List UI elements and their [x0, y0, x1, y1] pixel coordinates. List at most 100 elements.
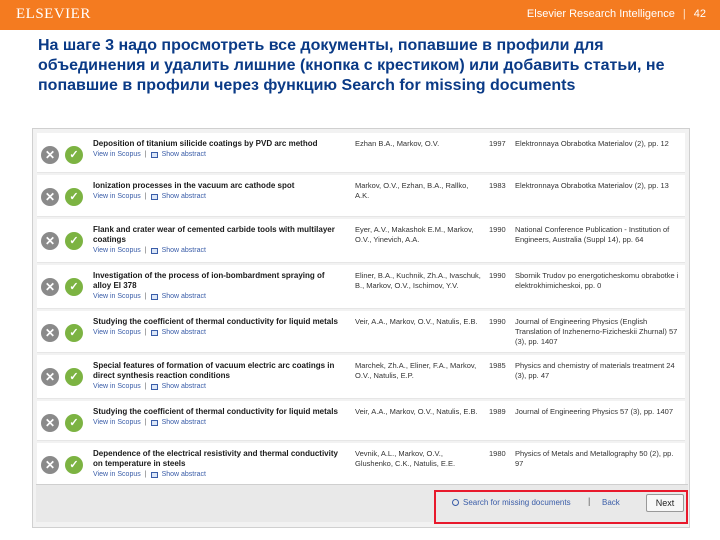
authors: Veir, A.A., Markov, O.V., Natulis, E.B.	[355, 317, 478, 326]
table-row: ✕ ✓ Studying the coefficient of thermal …	[37, 401, 685, 441]
abstract-icon	[150, 151, 158, 158]
authors: Eliner, B.A., Kuchnik, Zh.A., Ivaschuk, …	[355, 271, 481, 290]
show-abstract-link[interactable]: Show abstract	[162, 193, 206, 200]
table-row: ✕ ✓ Dependence of the electrical resisti…	[37, 443, 685, 485]
view-in-scopus-link[interactable]: View in Scopus	[93, 193, 141, 200]
doc-title: Studying the coefficient of thermal cond…	[93, 407, 338, 416]
search-missing-link[interactable]: Search for missing documents	[452, 498, 571, 507]
show-abstract-link[interactable]: Show abstract	[162, 471, 206, 478]
check-icon[interactable]: ✓	[65, 278, 83, 296]
link-separator: |	[144, 419, 147, 426]
link-separator: |	[144, 383, 147, 390]
doc-links: View in Scopus | Show abstract	[93, 193, 343, 200]
doc-cell: Dependence of the electrical resistivity…	[93, 449, 343, 478]
check-icon[interactable]: ✓	[65, 146, 83, 164]
view-in-scopus-link[interactable]: View in Scopus	[93, 419, 141, 426]
abstract-icon	[150, 247, 158, 254]
show-abstract-link[interactable]: Show abstract	[162, 419, 206, 426]
check-icon[interactable]: ✓	[65, 188, 83, 206]
link-separator: |	[144, 471, 147, 478]
abstract-icon	[150, 419, 158, 426]
source: Journal of Engineering Physics 57 (3), p…	[515, 407, 674, 416]
source: National Conference Publication - Instit…	[515, 225, 670, 244]
table-row: ✕ ✓ Ionization processes in the vacuum a…	[37, 175, 685, 217]
view-in-scopus-link[interactable]: View in Scopus	[93, 293, 141, 300]
doc-cell: Special features of formation of vacuum …	[93, 361, 343, 390]
doc-cell: Studying the coefficient of thermal cond…	[93, 317, 343, 336]
remove-icon[interactable]: ✕	[41, 324, 59, 342]
remove-icon[interactable]: ✕	[41, 188, 59, 206]
source: Elektronnaya Obrabotka Materialov (2), p…	[515, 139, 669, 148]
top-bar: ELSEVIER Elsevier Research Intelligence …	[0, 0, 720, 30]
view-in-scopus-link[interactable]: View in Scopus	[93, 247, 141, 254]
footer-separator: |	[588, 496, 591, 506]
link-separator: |	[144, 293, 147, 300]
doc-links: View in Scopus | Show abstract	[93, 329, 343, 336]
show-abstract-link[interactable]: Show abstract	[162, 383, 206, 390]
show-abstract-link[interactable]: Show abstract	[162, 293, 206, 300]
remove-icon[interactable]: ✕	[41, 278, 59, 296]
year: 1997	[489, 139, 506, 148]
authors: Ezhan B.A., Markov, O.V.	[355, 139, 440, 148]
remove-icon[interactable]: ✕	[41, 368, 59, 386]
remove-icon[interactable]: ✕	[41, 456, 59, 474]
check-icon[interactable]: ✓	[65, 414, 83, 432]
authors: Markov, O.V., Ezhan, B.A., Rallko, A.K.	[355, 181, 469, 200]
show-abstract-link[interactable]: Show abstract	[162, 329, 206, 336]
link-separator: |	[144, 151, 147, 158]
authors: Marchek, Zh.A., Eliner, F.A., Markov, O.…	[355, 361, 477, 380]
abstract-icon	[150, 329, 158, 336]
view-in-scopus-link[interactable]: View in Scopus	[93, 383, 141, 390]
year: 1990	[489, 271, 506, 280]
authors: Veir, A.A., Markov, O.V., Natulis, E.B.	[355, 407, 478, 416]
year: 1983	[489, 181, 506, 190]
magnifier-icon	[452, 499, 459, 506]
link-separator: |	[144, 193, 147, 200]
abstract-icon	[150, 471, 158, 478]
check-icon[interactable]: ✓	[65, 324, 83, 342]
view-in-scopus-link[interactable]: View in Scopus	[93, 329, 141, 336]
year: 1989	[489, 407, 506, 416]
source: Journal of Engineering Physics (English …	[515, 317, 678, 346]
next-button[interactable]: Next	[646, 494, 684, 512]
page-number: 42	[693, 8, 706, 20]
doc-cell: Studying the coefficient of thermal cond…	[93, 407, 343, 426]
table-row: ✕ ✓ Investigation of the process of ion-…	[37, 265, 685, 309]
doc-title: Special features of formation of vacuum …	[93, 361, 335, 380]
doc-links: View in Scopus | Show abstract	[93, 383, 343, 390]
view-in-scopus-link[interactable]: View in Scopus	[93, 151, 141, 158]
table-row: ✕ ✓ Studying the coefficient of thermal …	[37, 311, 685, 353]
check-icon[interactable]: ✓	[65, 456, 83, 474]
doc-cell: Deposition of titanium silicide coatings…	[93, 139, 343, 158]
doc-title: Studying the coefficient of thermal cond…	[93, 317, 338, 326]
source: Physics and chemistry of materials treat…	[515, 361, 675, 380]
search-missing-label: Search for missing documents	[463, 498, 571, 507]
doc-title: Deposition of titanium silicide coatings…	[93, 139, 318, 148]
check-icon[interactable]: ✓	[65, 232, 83, 250]
product-name: Elsevier Research Intelligence	[526, 8, 675, 20]
view-in-scopus-link[interactable]: View in Scopus	[93, 471, 141, 478]
link-separator: |	[144, 329, 147, 336]
doc-links: View in Scopus | Show abstract	[93, 471, 343, 478]
remove-icon[interactable]: ✕	[41, 146, 59, 164]
authors: Eyer, A.V., Makashok E.M., Markov, O.V.,…	[355, 225, 474, 244]
header-right: Elsevier Research Intelligence | 42	[527, 8, 706, 20]
year: 1990	[489, 225, 506, 234]
header-separator: |	[682, 8, 686, 20]
remove-icon[interactable]: ✕	[41, 232, 59, 250]
remove-icon[interactable]: ✕	[41, 414, 59, 432]
slide-title: На шаге 3 надо просмотреть все документы…	[38, 37, 665, 94]
doc-cell: Flank and crater wear of cemented carbid…	[93, 225, 343, 254]
doc-links: View in Scopus | Show abstract	[93, 419, 343, 426]
doc-cell: Investigation of the process of ion-bomb…	[93, 271, 343, 300]
elsevier-logo: ELSEVIER	[16, 6, 91, 22]
link-separator: |	[144, 247, 147, 254]
doc-cell: Ionization processes in the vacuum arc c…	[93, 181, 343, 200]
year: 1990	[489, 317, 506, 326]
back-link[interactable]: Back	[602, 498, 620, 507]
show-abstract-link[interactable]: Show abstract	[162, 247, 206, 254]
doc-links: View in Scopus | Show abstract	[93, 247, 343, 254]
show-abstract-link[interactable]: Show abstract	[162, 151, 206, 158]
check-icon[interactable]: ✓	[65, 368, 83, 386]
abstract-icon	[150, 293, 158, 300]
